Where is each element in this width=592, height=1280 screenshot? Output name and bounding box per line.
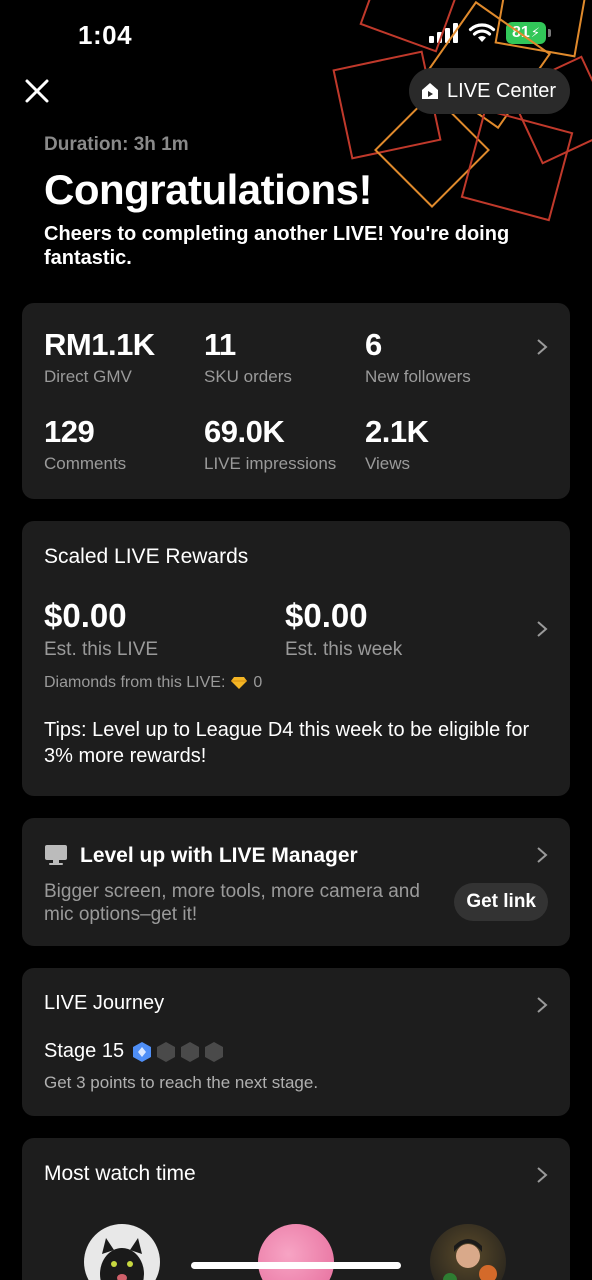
most-watch-time-card[interactable]: Most watch time <box>22 1138 570 1280</box>
stat-value: 129 <box>44 414 95 449</box>
live-manager-card[interactable]: Level up with LIVE Manager Bigger screen… <box>22 818 570 946</box>
stat-new-followers: 6 New followers <box>365 327 471 387</box>
live-manager-title: Level up with LIVE Manager <box>80 844 358 867</box>
page-subtitle: Cheers to completing another LIVE! You'r… <box>44 223 510 269</box>
stat-views: 2.1K Views <box>365 414 429 474</box>
stat-sku-orders: 11 SKU orders <box>204 327 292 387</box>
stat-value: 11 <box>204 327 236 362</box>
stat-label: Comments <box>44 454 127 473</box>
chevron-right-icon <box>537 621 548 637</box>
stat-value: 6 <box>365 327 382 362</box>
stage-row: Stage 15 <box>44 1040 224 1063</box>
stage-hexagon-icon <box>181 1041 200 1062</box>
chevron-right-icon <box>537 339 548 355</box>
stat-value: 69.0K <box>204 414 285 449</box>
stat-label: LIVE impressions <box>204 454 337 473</box>
stage-hexagon-icon <box>157 1041 176 1062</box>
journey-description: Get 3 points to reach the next stage. <box>44 1073 319 1092</box>
stat-comments: 129 Comments <box>44 414 126 474</box>
live-manager-description: Bigger screen, more tools, more camera a… <box>44 881 420 925</box>
rewards-this-week: $0.00 Est. this week <box>285 597 402 661</box>
stage-label: Stage 15 <box>44 1040 125 1062</box>
page-title: Congratulations! <box>44 166 372 213</box>
rewards-this-live: $0.00 Est. this LIVE <box>44 597 158 661</box>
live-duration: Duration: 3h 1m <box>44 134 189 155</box>
diamonds-label: Diamonds from this LIVE: <box>44 674 226 691</box>
chevron-right-icon <box>537 847 548 863</box>
stage-hexagon-icon <box>205 1041 224 1062</box>
live-stats-card[interactable]: RM1.1K Direct GMV 11 SKU orders 6 New fo… <box>22 303 570 499</box>
rewards-this-week-label: Est. this week <box>285 639 403 660</box>
rewards-title: Scaled LIVE Rewards <box>44 545 249 568</box>
monitor-icon <box>45 845 67 865</box>
close-button[interactable] <box>22 76 52 106</box>
stat-label: Direct GMV <box>44 367 132 386</box>
diamonds-row: Diamonds from this LIVE: 0 <box>44 674 262 692</box>
stat-label: SKU orders <box>204 367 292 386</box>
home-indicator[interactable] <box>191 1262 401 1269</box>
viewer-avatar[interactable] <box>430 1224 506 1280</box>
stage-progress <box>132 1041 224 1063</box>
stat-label: New followers <box>365 367 471 386</box>
chevron-right-icon <box>537 997 548 1013</box>
most-watch-title: Most watch time <box>44 1162 196 1185</box>
stat-value: RM1.1K <box>44 327 155 362</box>
rewards-this-live-label: Est. this LIVE <box>44 639 159 660</box>
rewards-tips: Tips: Level up to League D4 this week to… <box>44 719 530 767</box>
live-center-button[interactable]: LIVE Center <box>409 68 570 114</box>
viewer-avatar[interactable] <box>84 1224 160 1280</box>
close-icon <box>25 79 49 103</box>
stat-live-impressions: 69.0K LIVE impressions <box>204 414 336 474</box>
get-link-button[interactable]: Get link <box>454 883 548 921</box>
stage-hexagon-active-icon <box>133 1041 152 1062</box>
live-journey-card[interactable]: LIVE Journey Stage 15 Get 3 points to re… <box>22 968 570 1116</box>
diamond-icon <box>231 677 248 689</box>
rewards-this-week-value: $0.00 <box>285 597 368 634</box>
live-home-icon <box>422 83 439 99</box>
rewards-this-live-value: $0.00 <box>44 597 127 634</box>
stat-value: 2.1K <box>365 414 429 449</box>
viewer-avatar[interactable] <box>258 1224 334 1280</box>
chevron-right-icon <box>537 1167 548 1183</box>
journey-title: LIVE Journey <box>44 992 165 1014</box>
status-time: 1:04 <box>78 20 133 50</box>
diamonds-value: 0 <box>253 674 263 691</box>
stat-direct-gmv: RM1.1K Direct GMV <box>44 327 155 387</box>
live-center-label: LIVE Center <box>447 79 556 102</box>
stat-label: Views <box>365 454 411 473</box>
scaled-live-rewards-card[interactable]: Scaled LIVE Rewards $0.00 Est. this LIVE… <box>22 521 570 796</box>
